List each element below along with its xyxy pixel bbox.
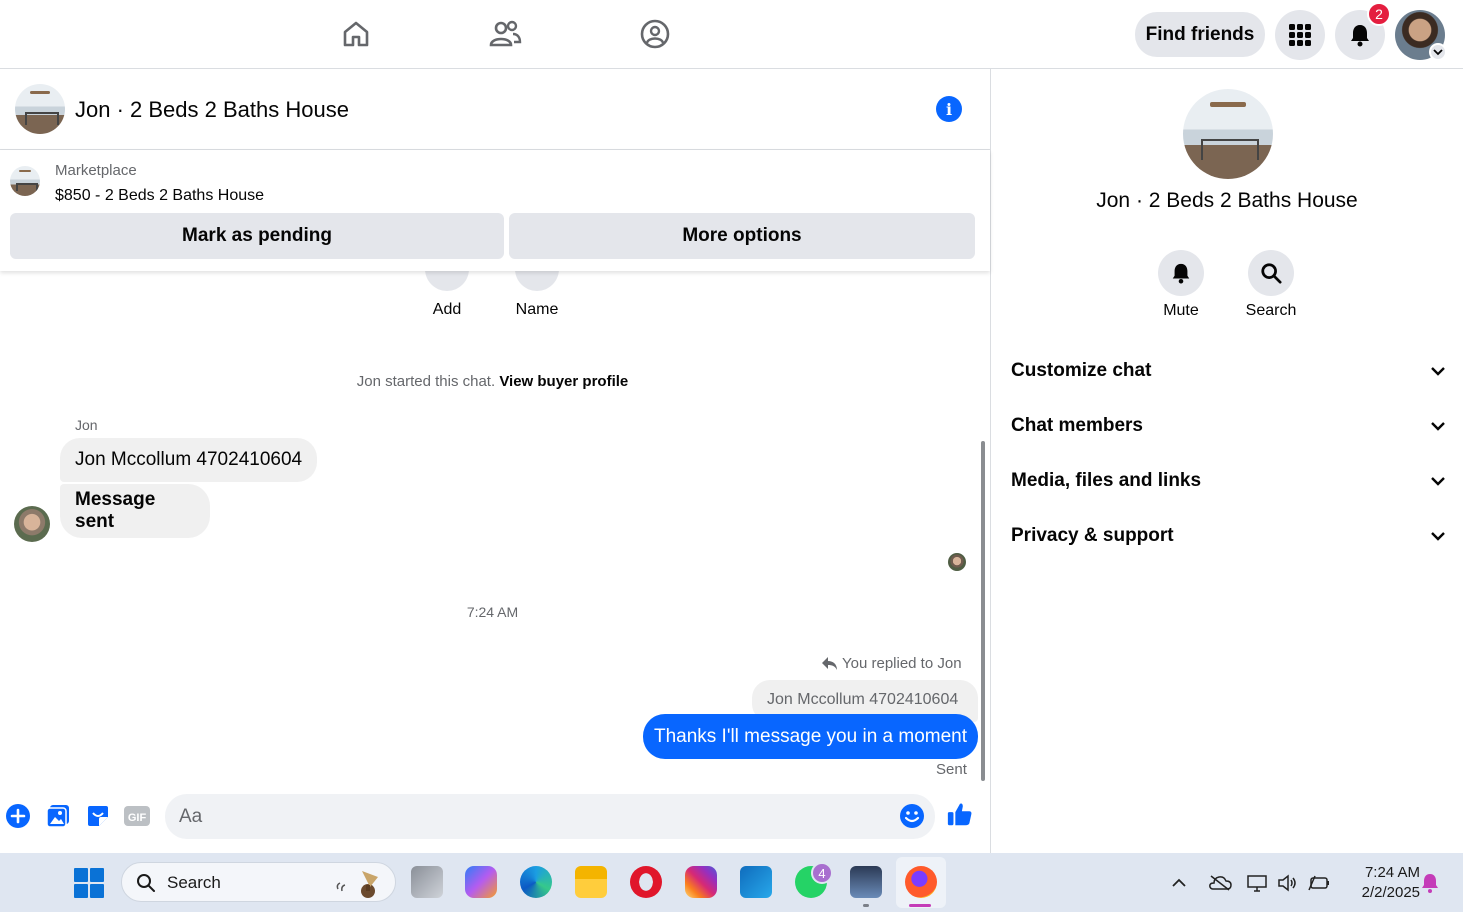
search-icon[interactable] <box>1248 250 1294 296</box>
svg-text:GIF: GIF <box>128 812 147 824</box>
menu-grid-icon[interactable] <box>1275 10 1325 60</box>
gif-icon[interactable]: GIF <box>123 802 151 830</box>
onedrive-offline-icon[interactable] <box>1208 873 1232 893</box>
taskbar-clock[interactable]: 7:24 AM 2/2/2025 <box>1340 863 1420 903</box>
mark-as-pending-button[interactable]: Mark as pending <box>10 213 504 259</box>
home-icon[interactable] <box>336 14 376 54</box>
section-label: Customize chat <box>1011 360 1152 381</box>
chevron-down-icon <box>1431 532 1445 541</box>
marketplace-listing-bar: Marketplace $850 - 2 Beds 2 Baths House … <box>0 150 990 271</box>
taskbar-time: 7:24 AM <box>1364 864 1420 881</box>
thumbs-up-icon[interactable] <box>946 800 974 828</box>
chat-header: Jon · 2 Beds 2 Baths House i <box>0 69 990 150</box>
active-app-indicator <box>909 904 931 907</box>
chevron-down-icon <box>1431 477 1445 486</box>
listing-small-thumbnail <box>10 166 40 196</box>
emoji-icon[interactable] <box>899 803 925 829</box>
volume-icon[interactable] <box>1277 873 1297 893</box>
read-receipt-avatar <box>948 553 966 571</box>
media-files-links-section[interactable]: Media, files and links <box>1011 466 1445 496</box>
add-person-icon[interactable] <box>425 271 469 291</box>
taskbar-date: 2/2/2025 <box>1361 884 1420 901</box>
chevron-up-icon[interactable] <box>1169 873 1189 893</box>
privacy-support-section[interactable]: Privacy & support <box>1011 521 1445 551</box>
section-label: Chat members <box>1011 415 1143 436</box>
message-list: Add Name Jon started this chat. View buy… <box>0 271 990 791</box>
chat-details-name: Jon · 2 Beds 2 Baths House <box>1096 189 1358 212</box>
section-label: Privacy & support <box>1011 525 1174 546</box>
reply-indicator-text: You replied to Jon <box>842 655 962 672</box>
sticker-icon[interactable] <box>84 802 112 830</box>
marketplace-label: Marketplace <box>55 162 137 179</box>
edit-name-icon[interactable] <box>515 271 559 291</box>
listing-title[interactable]: $850 - 2 Beds 2 Baths House <box>55 187 264 205</box>
add-label: Add <box>432 301 462 318</box>
incoming-message-bubble[interactable]: Jon Mccollum 4702410604 <box>60 438 318 482</box>
message-status: Sent <box>936 761 967 778</box>
chat-pane: Jon · 2 Beds 2 Baths House i Marketplace… <box>0 69 991 853</box>
taskbar-search-label: Search <box>167 873 221 892</box>
chat-details-panel: Jon · 2 Beds 2 Baths House Mute Search C… <box>991 69 1463 853</box>
notification-badge: 2 <box>1367 2 1391 26</box>
chat-title[interactable]: Jon · 2 Beds 2 Baths House <box>75 97 349 123</box>
file-explorer-icon[interactable] <box>575 866 607 898</box>
instagram-icon[interactable] <box>685 866 717 898</box>
taskbar-search-box[interactable]: Search <box>121 862 396 902</box>
search-label: Search <box>1245 302 1297 319</box>
firefox-icon[interactable] <box>905 866 937 898</box>
game-app-icon[interactable] <box>850 866 882 898</box>
windows-taskbar: Search 4 7:24 AM 2/2/2025 <box>0 853 1463 912</box>
chat-avatar[interactable] <box>1183 89 1273 179</box>
customize-chat-section[interactable]: Customize chat <box>1011 356 1445 386</box>
whatsapp-badge: 4 <box>811 862 833 884</box>
groups-icon[interactable] <box>635 14 675 54</box>
message-input-box[interactable] <box>165 794 935 839</box>
listing-thumbnail[interactable] <box>15 84 65 134</box>
network-icon[interactable] <box>1247 873 1267 893</box>
reply-arrow-icon <box>822 657 837 670</box>
task-view-icon[interactable] <box>411 866 443 898</box>
view-buyer-profile-link[interactable]: View buyer profile <box>499 373 628 390</box>
photo-icon[interactable] <box>44 802 72 830</box>
chat-started-text: Jon started this chat. <box>356 373 496 390</box>
name-label: Name <box>515 301 559 318</box>
message-composer: GIF <box>0 791 990 853</box>
edge-icon[interactable] <box>520 866 552 898</box>
section-label: Media, files and links <box>1011 470 1202 491</box>
gramophone-icon <box>336 871 378 898</box>
chevron-down-icon[interactable] <box>1429 43 1447 61</box>
reply-indicator: You replied to Jon <box>822 655 962 672</box>
incoming-message-bubble[interactable]: Message sent <box>60 484 210 538</box>
chevron-down-icon <box>1431 367 1445 376</box>
search-icon <box>137 874 155 892</box>
outlook-icon[interactable] <box>740 866 772 898</box>
opera-icon[interactable] <box>630 866 662 898</box>
notification-bell-icon[interactable] <box>1420 873 1440 893</box>
sender-name: Jon <box>75 417 98 433</box>
copilot-icon[interactable] <box>465 866 497 898</box>
windows-start-icon[interactable] <box>74 868 104 903</box>
mute-bell-icon[interactable] <box>1158 250 1204 296</box>
more-options-button[interactable]: More options <box>509 213 975 259</box>
outgoing-message-bubble[interactable]: Thanks I'll message you in a moment <box>643 714 978 759</box>
info-icon[interactable]: i <box>936 96 962 122</box>
chat-members-section[interactable]: Chat members <box>1011 411 1445 441</box>
chat-scrollbar[interactable] <box>981 441 985 781</box>
chat-started-notice: Jon started this chat. View buyer profil… <box>0 373 985 390</box>
plus-icon[interactable] <box>4 802 32 830</box>
battery-icon[interactable] <box>1308 873 1330 893</box>
chevron-down-icon <box>1431 422 1445 431</box>
message-timestamp: 7:24 AM <box>466 604 519 620</box>
message-input[interactable] <box>179 804 879 830</box>
sender-avatar[interactable] <box>14 506 50 542</box>
running-indicator <box>863 904 869 907</box>
top-navigation-bar: Find friends 2 <box>0 0 1463 69</box>
find-friends-button[interactable]: Find friends <box>1135 12 1265 57</box>
friends-icon[interactable] <box>485 14 525 54</box>
mute-label: Mute <box>1163 302 1199 319</box>
